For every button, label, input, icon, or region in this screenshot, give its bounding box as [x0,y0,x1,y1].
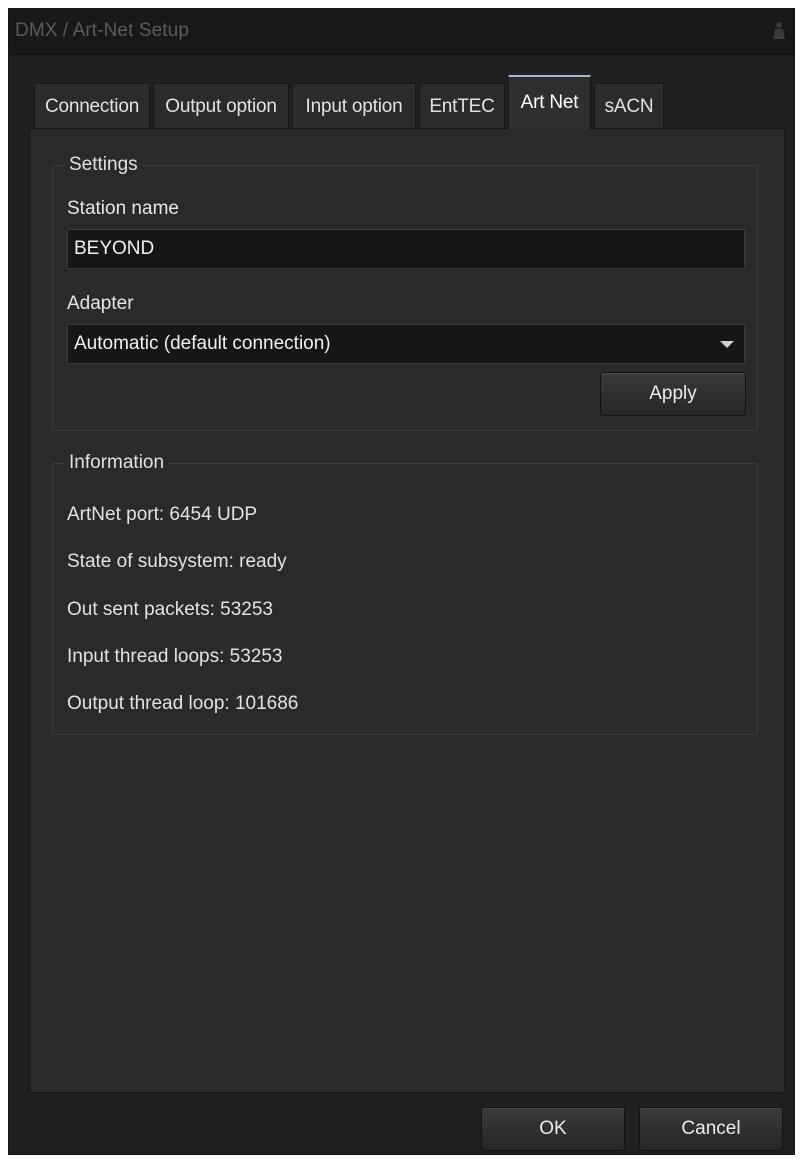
apply-button[interactable]: Apply [600,372,746,416]
adapter-selected-value: Automatic (default connection) [74,333,331,354]
station-name-label: Station name [67,198,179,219]
input-thread-loops-text: Input thread loops: 53253 [67,646,283,667]
adapter-select[interactable]: Automatic (default connection) [67,324,745,364]
out-sent-packets-text: Out sent packets: 53253 [67,599,273,620]
tab-art-net[interactable]: Art Net [508,75,591,129]
tab-sacn[interactable]: sACN [594,83,664,129]
information-group-title: Information [65,451,169,475]
window-title: DMX / Art-Net Setup [15,20,190,41]
settings-group-title: Settings [65,153,142,177]
art-net-tab-panel: Settings Station name Adapter Automatic … [29,128,785,1093]
tab-output-option[interactable]: Output option [153,83,289,129]
title-bar[interactable]: DMX / Art-Net Setup [9,9,794,55]
tab-input-option[interactable]: Input option [292,83,416,129]
settings-group: Settings Station name Adapter Automatic … [52,153,758,431]
output-thread-loop-text: Output thread loop: 101686 [67,693,299,714]
dropdown-arrow-icon [720,341,734,348]
dmx-artnet-setup-window: DMX / Art-Net Setup Connection Output op… [8,8,795,1155]
adapter-label: Adapter [67,293,134,314]
artnet-port-text: ArtNet port: 6454 UDP [67,504,258,525]
lamp-icon [773,22,785,39]
ok-button[interactable]: OK [481,1107,625,1151]
tab-connection[interactable]: Connection [34,83,150,129]
information-group: Information ArtNet port: 6454 UDP State … [52,451,758,735]
tab-enttec[interactable]: EntTEC [419,83,505,129]
station-name-input[interactable] [67,229,745,269]
subsystem-state-text: State of subsystem: ready [67,551,287,572]
cancel-button[interactable]: Cancel [639,1107,783,1151]
